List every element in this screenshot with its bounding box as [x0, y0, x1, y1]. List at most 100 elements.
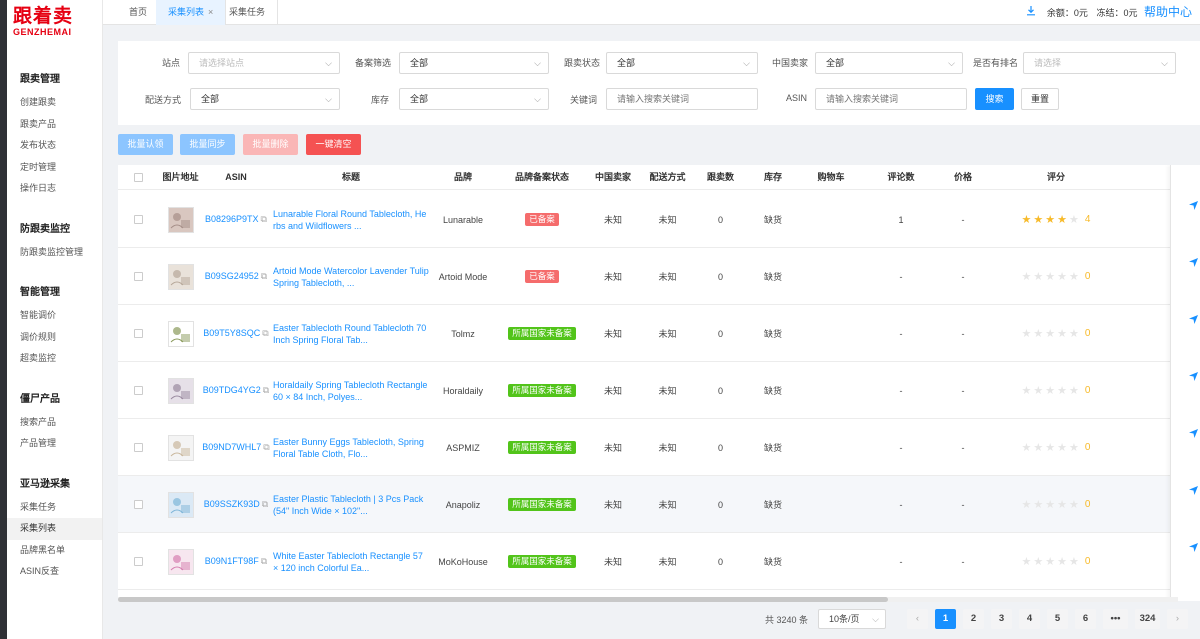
search-button[interactable]: 搜索 — [975, 88, 1014, 110]
asin-link[interactable]: B09SG24952 ⧉ — [205, 271, 267, 282]
reset-button[interactable]: 重置 — [1021, 88, 1059, 110]
product-title-link[interactable]: Easter Plastic Tablecloth | 3 Pcs Pack (… — [271, 493, 431, 517]
asin-link[interactable]: B08296P9TX ⧉ — [205, 214, 267, 225]
send-icon[interactable] — [1189, 258, 1198, 269]
sidebar-item[interactable]: 定时管理 — [7, 157, 102, 179]
asin-input[interactable] — [815, 88, 967, 110]
prev-page-button[interactable]: ‹ — [907, 609, 928, 629]
keyword-input[interactable] — [606, 88, 758, 110]
table-row[interactable]: B09N1FT98F ⧉ White Easter Tablecloth Recta… — [118, 533, 1170, 590]
sidebar-item[interactable]: 防跟卖监控管理 — [7, 242, 102, 264]
copy-icon[interactable]: ⧉ — [261, 214, 267, 224]
send-icon[interactable] — [1189, 315, 1198, 326]
logo[interactable]: 跟着卖 GENZHEMAI — [7, 0, 102, 44]
page-button[interactable]: 1 — [935, 609, 956, 629]
select-all-checkbox[interactable] — [133, 173, 143, 183]
send-icon[interactable] — [1189, 201, 1198, 212]
sidebar-item[interactable]: 发布状态 — [7, 135, 102, 157]
scrollbar-thumb[interactable] — [118, 597, 888, 602]
tab-collect-task[interactable]: 采集任务 — [217, 0, 279, 25]
asin-link[interactable]: B09TDG4YG2 ⧉ — [203, 385, 269, 396]
page-size-select[interactable]: 10条/页 ⌵ — [818, 609, 886, 629]
sidebar-item[interactable]: 采集列表 — [7, 518, 102, 540]
clear-all-button[interactable]: 一键清空 — [306, 134, 361, 155]
send-icon[interactable] — [1189, 429, 1198, 440]
sidebar-item[interactable]: 采集任务 — [7, 497, 102, 519]
product-title-link[interactable]: Horaldaily Spring Tablecloth Rectangle 6… — [271, 379, 431, 403]
sidebar-item[interactable]: 操作日志 — [7, 178, 102, 200]
copy-icon[interactable]: ⧉ — [262, 499, 268, 509]
product-thumbnail[interactable] — [167, 377, 194, 404]
download-icon[interactable] — [1026, 6, 1039, 19]
row-checkbox[interactable] — [133, 500, 143, 509]
table-row[interactable]: B09SSZK93D ⧉ Easter Plastic Tablecloth | 3… — [118, 476, 1170, 533]
asin-link[interactable]: B09ND7WHL7 ⧉ — [202, 442, 269, 453]
ranked-select[interactable]: 请选择 ⌵ — [1023, 52, 1176, 74]
next-page-button[interactable]: › — [1167, 609, 1188, 629]
table-row[interactable]: B09T5Y8SQC ⧉ Easter Tablecloth Round Table… — [118, 305, 1170, 362]
sidebar-item[interactable]: 创建跟卖 — [7, 92, 102, 114]
help-center-link[interactable]: 帮助中心 — [1144, 5, 1192, 19]
product-thumbnail[interactable] — [167, 320, 194, 347]
sidebar-item[interactable]: 品牌黑名单 — [7, 540, 102, 562]
table-row[interactable]: B09TDG4YG2 ⧉ Horaldaily Spring Tablecloth … — [118, 362, 1170, 419]
send-icon[interactable] — [1189, 486, 1198, 497]
batch-delete-button[interactable]: 批量删除 — [243, 134, 298, 155]
product-title-link[interactable]: Easter Bunny Eggs Tablecloth, Spring Flo… — [271, 436, 431, 460]
stock-select[interactable]: 全部 ⌵ — [399, 88, 549, 110]
batch-claim-button[interactable]: 批量认领 — [118, 134, 173, 155]
sidebar-item[interactable]: ASIN反查 — [7, 561, 102, 583]
page-button[interactable]: 5 — [1047, 609, 1068, 629]
row-checkbox[interactable] — [133, 272, 143, 281]
horizontal-scrollbar[interactable] — [118, 597, 1178, 602]
page-button[interactable]: 3 — [991, 609, 1012, 629]
row-checkbox[interactable] — [133, 557, 143, 566]
copy-icon[interactable]: ⧉ — [262, 328, 268, 338]
row-checkbox[interactable] — [133, 386, 143, 395]
sidebar-item[interactable]: 调价规则 — [7, 327, 102, 349]
tab-collect-list[interactable]: 采集列表 × — [156, 0, 227, 25]
filing-select[interactable]: 全部 ⌵ — [399, 52, 549, 74]
page-button[interactable]: 2 — [963, 609, 984, 629]
sidebar-item[interactable]: 跟卖产品 — [7, 114, 102, 136]
product-title-link[interactable]: Easter Tablecloth Round Tablecloth 70 In… — [271, 322, 431, 346]
shipping-select[interactable]: 全部 ⌵ — [190, 88, 340, 110]
page-button[interactable]: 4 — [1019, 609, 1040, 629]
product-title-link[interactable]: White Easter Tablecloth Rectangle 57 × 1… — [271, 550, 431, 574]
tab-home[interactable]: 首页 — [117, 0, 161, 25]
close-icon[interactable]: × — [208, 7, 213, 17]
site-select[interactable]: 请选择站点 ⌵ — [188, 52, 340, 74]
send-icon[interactable] — [1189, 543, 1198, 554]
product-title-link[interactable]: Artoid Mode Watercolor Lavender Tulip Sp… — [271, 265, 431, 289]
table-row[interactable]: B09SG24952 ⧉ Artoid Mode Watercolor Lavend… — [118, 248, 1170, 305]
send-icon[interactable] — [1189, 372, 1198, 383]
product-thumbnail[interactable] — [167, 434, 194, 461]
product-thumbnail[interactable] — [167, 548, 194, 575]
copy-icon[interactable]: ⧉ — [263, 442, 269, 452]
asin-link[interactable]: B09N1FT98F ⧉ — [205, 556, 267, 567]
product-thumbnail[interactable] — [167, 491, 194, 518]
follow-status-select[interactable]: 全部 ⌵ — [606, 52, 758, 74]
product-title-link[interactable]: Lunarable Floral Round Tablecloth, Herbs… — [271, 208, 431, 232]
page-button[interactable]: 6 — [1075, 609, 1096, 629]
china-seller-select[interactable]: 全部 ⌵ — [815, 52, 963, 74]
sidebar-item[interactable]: 产品管理 — [7, 433, 102, 455]
copy-icon[interactable]: ⧉ — [261, 271, 267, 281]
asin-link[interactable]: B09SSZK93D ⧉ — [204, 499, 268, 510]
product-thumbnail[interactable] — [167, 263, 194, 290]
asin-link[interactable]: B09T5Y8SQC ⧉ — [203, 328, 268, 339]
page-button[interactable]: 324 — [1135, 609, 1160, 629]
sidebar-item[interactable]: 超卖监控 — [7, 348, 102, 370]
table-row[interactable]: B09ND7WHL7 ⧉ Easter Bunny Eggs Tablecloth,… — [118, 419, 1170, 476]
row-checkbox[interactable] — [133, 215, 143, 224]
sidebar-item[interactable]: 搜索产品 — [7, 412, 102, 434]
page-button[interactable]: ••• — [1103, 609, 1128, 629]
copy-icon[interactable]: ⧉ — [261, 556, 267, 566]
row-checkbox[interactable] — [133, 443, 143, 452]
row-checkbox[interactable] — [133, 329, 143, 338]
sidebar-item[interactable]: 智能调价 — [7, 305, 102, 327]
copy-icon[interactable]: ⧉ — [263, 385, 269, 395]
table-row[interactable]: B08296P9TX ⧉ Lunarable Floral Round Tablec… — [118, 191, 1170, 248]
batch-sync-button[interactable]: 批量同步 — [180, 134, 235, 155]
product-thumbnail[interactable] — [167, 206, 194, 233]
